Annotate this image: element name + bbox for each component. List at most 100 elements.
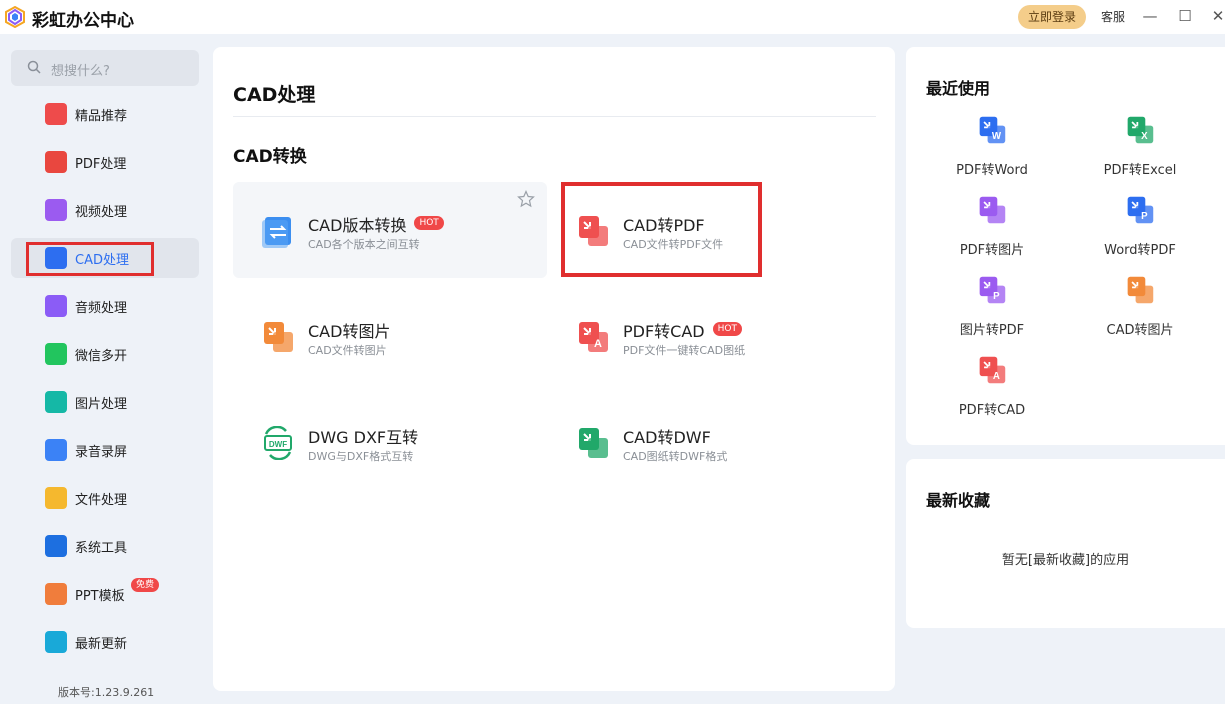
sidebar-item-label: 音频处理 [75, 301, 128, 316]
sidebar-item-label: 精品推荐 [75, 109, 128, 124]
sidebar-item-7[interactable]: 录音录屏 [11, 430, 199, 470]
recent-item-1[interactable]: X PDF转Excel [1070, 115, 1210, 185]
sidebar-item-label: PPT模板 [75, 589, 125, 604]
card-title: DWG DXF互转 [308, 428, 419, 447]
section-title: CAD转换 [233, 147, 307, 167]
card-subtitle: CAD各个版本之间互转 [308, 238, 420, 251]
pdf-to-word-icon: W [977, 115, 1007, 145]
card-title: CAD版本转换 HOT [308, 212, 444, 236]
favorites-empty-text: 暂无[最新收藏]的应用 [1001, 553, 1130, 568]
app-logo-icon [5, 6, 25, 28]
svg-text:P: P [993, 291, 1000, 302]
folder-icon [45, 487, 67, 509]
customer-service-link[interactable]: 客服 [1101, 8, 1125, 25]
recent-item-4[interactable]: P 图片转PDF [922, 275, 1062, 345]
recent-item-0[interactable]: W PDF转Word [922, 115, 1062, 185]
sidebar-item-0[interactable]: 精品推荐 [11, 94, 199, 134]
svg-text:W: W [992, 131, 1002, 142]
sidebar-item-4[interactable]: 音频处理 [11, 286, 199, 326]
card-subtitle: DWG与DXF格式互转 [308, 450, 414, 463]
favorites-panel: 最新收藏 暂无[最新收藏]的应用 [906, 459, 1225, 628]
recent-item-5[interactable]: CAD转图片 [1070, 275, 1210, 345]
cad-to-dwf-icon [576, 426, 610, 460]
play-icon [45, 199, 67, 221]
recent-panel: 最近使用 W PDF转Word X PDF转Excel PDF转图片 P Word转PDF P… [906, 47, 1225, 445]
recent-item-6[interactable]: A PDF转CAD [922, 355, 1062, 425]
close-button[interactable]: ✕ [1208, 5, 1225, 27]
convert-icon [261, 214, 295, 248]
login-button[interactable]: 立即登录 [1018, 5, 1086, 29]
sidebar-item-5[interactable]: 微信多开 [11, 334, 199, 374]
free-badge: 免费 [131, 578, 160, 592]
sidebar-item-1[interactable]: PDF处理 [11, 142, 199, 182]
page-title: CAD处理 [233, 84, 316, 106]
sidebar-item-label: 文件处理 [75, 493, 128, 508]
svg-text:P: P [1141, 211, 1148, 222]
maximize-button[interactable]: ☐ [1175, 5, 1195, 27]
pdf-to-cad-icon: A [576, 320, 610, 354]
card-title: CAD转DWF [623, 428, 711, 447]
sidebar-item-3[interactable]: CAD处理 [11, 238, 199, 278]
tool-card-0[interactable]: CAD版本转换 HOT CAD各个版本之间互转 [233, 182, 547, 278]
sidebar-item-label: 系统工具 [75, 541, 128, 556]
recent-item-label: PDF转CAD [958, 403, 1026, 418]
sidebar-item-label: 录音录屏 [75, 445, 128, 460]
upload-icon [45, 631, 67, 653]
favorites-title: 最新收藏 [926, 491, 991, 510]
sidebar-item-label: 最新更新 [75, 637, 128, 652]
card-subtitle: PDF文件一键转CAD图纸 [623, 344, 746, 357]
cad-to-image-icon [1125, 275, 1155, 305]
sidebar-item-label: 视频处理 [75, 205, 128, 220]
recent-item-label: 图片转PDF [959, 323, 1025, 338]
card-title: PDF转CAD HOT [623, 318, 742, 342]
svg-text:A: A [993, 371, 1000, 382]
highlight-annotation [26, 242, 154, 276]
pdf-icon [45, 151, 67, 173]
tool-card-2[interactable]: CAD转图片 CAD文件转图片 [233, 288, 547, 384]
recent-title: 最近使用 [926, 79, 991, 98]
search-icon [27, 60, 41, 74]
card-subtitle: CAD文件转图片 [308, 344, 387, 357]
recent-item-label: PDF转Word [956, 163, 1028, 178]
sidebar-item-8[interactable]: 文件处理 [11, 478, 199, 518]
recent-item-label: Word转PDF [1104, 243, 1176, 258]
recent-item-label: PDF转图片 [959, 243, 1025, 258]
tool-card-4[interactable]: DWF DWG DXF互转 DWG与DXF格式互转 [233, 394, 547, 490]
music-icon [45, 295, 67, 317]
pdf-to-image-icon [977, 195, 1007, 225]
title-bar: 彩虹办公中心 立即登录 客服 — ☐ ✕ [0, 0, 1225, 34]
title-divider [233, 116, 876, 117]
card-subtitle: CAD图纸转DWF格式 [623, 450, 728, 463]
version-label: 版本号:1.23.9.261 [58, 686, 155, 699]
dwg-dxf-icon: DWF [261, 425, 295, 461]
image-icon [45, 391, 67, 413]
main-panel: CAD处理 CAD转换 CAD版本转换 HOT CAD各个版本之间互转 CAD转PDF… [213, 47, 895, 691]
tool-card-5[interactable]: CAD转DWF CAD图纸转DWF格式 [548, 394, 862, 490]
search-placeholder: 想搜什么? [51, 64, 110, 79]
sidebar-item-9[interactable]: 系统工具 [11, 526, 199, 566]
recent-item-label: PDF转Excel [1103, 163, 1177, 178]
sidebar-item-label: PDF处理 [75, 157, 127, 172]
wechat-icon [45, 343, 67, 365]
pdf-to-excel-icon: X [1125, 115, 1155, 145]
card-title: CAD转图片 [308, 322, 391, 341]
minimize-button[interactable]: — [1140, 5, 1160, 27]
ppt-icon [45, 583, 67, 605]
sidebar-item-2[interactable]: 视频处理 [11, 190, 199, 230]
star-icon[interactable] [517, 190, 535, 208]
svg-text:X: X [1141, 131, 1148, 142]
pdf-to-cad-icon: A [977, 355, 1007, 385]
word-to-pdf-icon: P [1125, 195, 1155, 225]
sidebar-item-label: 微信多开 [75, 349, 128, 364]
sidebar-item-label: 图片处理 [75, 397, 128, 412]
sidebar-item-6[interactable]: 图片处理 [11, 382, 199, 422]
search-input[interactable]: 想搜什么? [11, 50, 199, 86]
recent-item-3[interactable]: P Word转PDF [1070, 195, 1210, 265]
gear-icon [45, 535, 67, 557]
sidebar-item-11[interactable]: 最新更新 [11, 622, 199, 662]
tool-card-3[interactable]: A PDF转CAD HOT PDF文件一键转CAD图纸 [548, 288, 862, 384]
recent-item-2[interactable]: PDF转图片 [922, 195, 1062, 265]
sidebar-item-10[interactable]: PPT模板 免费 [11, 574, 199, 614]
app-title: 彩虹办公中心 [32, 11, 134, 31]
hot-badge: HOT [712, 322, 742, 336]
